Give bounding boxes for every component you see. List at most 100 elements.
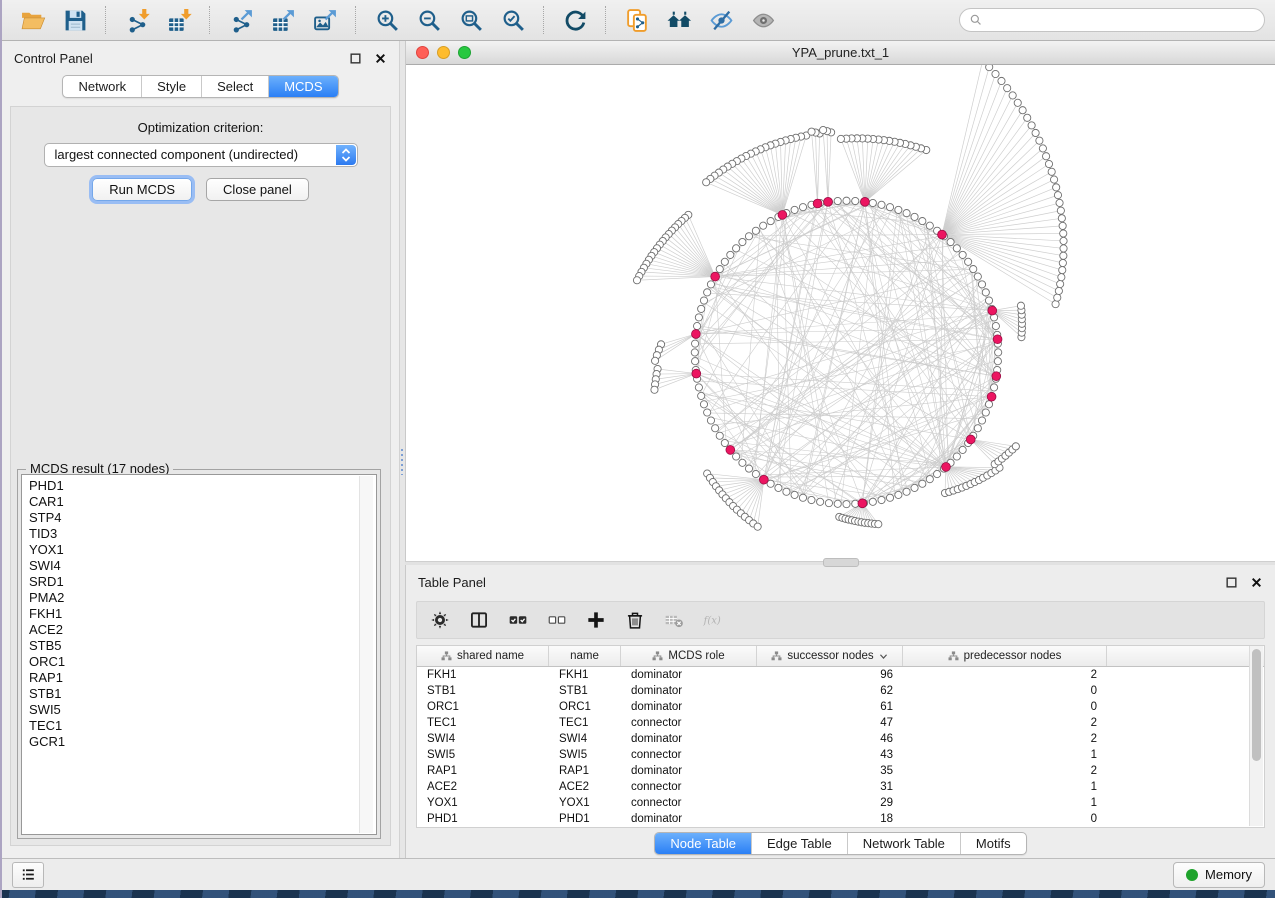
graph-node[interactable] <box>791 206 798 213</box>
graph-node[interactable] <box>926 476 933 483</box>
graph-node[interactable] <box>869 199 876 206</box>
graph-node[interactable] <box>1053 184 1060 191</box>
graph-node[interactable] <box>716 432 723 439</box>
import-table-icon[interactable] <box>164 5 194 35</box>
mcds-result-item[interactable]: SWI5 <box>29 702 376 718</box>
graph-node[interactable] <box>760 222 767 229</box>
graph-node[interactable] <box>695 314 702 321</box>
graph-node[interactable] <box>1052 301 1059 308</box>
graph-hub-node[interactable] <box>992 372 1001 381</box>
column-header-successor-nodes[interactable]: successor nodes <box>757 646 903 666</box>
close-panel-icon[interactable] <box>374 52 387 65</box>
table-row[interactable]: FKH1FKH1dominator962 <box>417 667 1264 683</box>
mcds-result-item[interactable]: PHD1 <box>29 478 376 494</box>
graph-node[interactable] <box>837 135 844 142</box>
graph-node[interactable] <box>791 491 798 498</box>
graph-node[interactable] <box>1014 99 1021 106</box>
graph-node[interactable] <box>716 265 723 272</box>
tab-mcds[interactable]: MCDS <box>269 76 337 97</box>
table-row[interactable]: ACE2ACE2connector311 <box>417 779 1264 795</box>
graph-hub-node[interactable] <box>759 475 768 484</box>
import-network-icon[interactable] <box>122 5 152 35</box>
mcds-result-item[interactable]: SRD1 <box>29 574 376 590</box>
graph-node[interactable] <box>965 258 972 265</box>
graph-node[interactable] <box>895 206 902 213</box>
float-panel-icon[interactable] <box>349 52 362 65</box>
sort-caret-icon[interactable] <box>879 653 888 660</box>
graph-node[interactable] <box>1059 222 1066 229</box>
graph-node[interactable] <box>1019 107 1026 114</box>
graph-node[interactable] <box>1050 176 1057 183</box>
graph-node[interactable] <box>947 238 954 245</box>
graph-node[interactable] <box>1045 160 1052 167</box>
column-header-predecessor-nodes[interactable]: predecessor nodes <box>903 646 1107 666</box>
graph-node[interactable] <box>974 425 981 432</box>
graph-node[interactable] <box>1059 259 1066 266</box>
zoom-fit-icon[interactable] <box>456 5 486 35</box>
graph-node[interactable] <box>992 322 999 329</box>
graph-node[interactable] <box>808 128 815 135</box>
graph-node[interactable] <box>919 480 926 487</box>
graph-node[interactable] <box>704 289 711 296</box>
graph-node[interactable] <box>1060 245 1067 252</box>
graph-node[interactable] <box>1032 129 1039 136</box>
open-folder-icon[interactable] <box>18 5 48 35</box>
network-canvas[interactable] <box>406 65 1275 561</box>
graph-hub-node[interactable] <box>938 230 947 239</box>
graph-node[interactable] <box>783 488 790 495</box>
graph-node[interactable] <box>869 498 876 505</box>
graph-node[interactable] <box>775 484 782 491</box>
column-header-shared-name[interactable]: shared name <box>417 646 549 666</box>
mcds-result-item[interactable]: YOX1 <box>29 542 376 558</box>
graph-node[interactable] <box>953 245 960 252</box>
clone-network-icon[interactable] <box>622 5 652 35</box>
graph-node[interactable] <box>1039 145 1046 152</box>
graph-node[interactable] <box>852 197 859 204</box>
graph-hub-node[interactable] <box>778 211 787 220</box>
graph-node[interactable] <box>995 349 1002 356</box>
delete-icon[interactable] <box>624 609 646 631</box>
graph-hub-node[interactable] <box>692 369 701 378</box>
graph-node[interactable] <box>1009 92 1016 99</box>
graph-node[interactable] <box>886 494 893 501</box>
graph-node[interactable] <box>1054 294 1061 301</box>
scrollbar-thumb[interactable] <box>1252 649 1261 761</box>
tab-motifs[interactable]: Motifs <box>961 833 1026 854</box>
mcds-result-item[interactable]: RAP1 <box>29 670 376 686</box>
mcds-result-item[interactable]: TEC1 <box>29 718 376 734</box>
search-input[interactable] <box>989 12 1255 28</box>
graph-node[interactable] <box>982 289 989 296</box>
graph-node[interactable] <box>834 197 841 204</box>
graph-node[interactable] <box>700 297 707 304</box>
graph-node[interactable] <box>843 501 850 508</box>
graph-node[interactable] <box>959 251 966 258</box>
show-details-icon[interactable] <box>748 5 778 35</box>
graph-node[interactable] <box>926 222 933 229</box>
graph-node[interactable] <box>1058 215 1065 222</box>
graph-node[interactable] <box>633 277 640 284</box>
float-panel-icon[interactable] <box>1225 576 1238 589</box>
show-panels-list-button[interactable] <box>12 862 44 888</box>
mcds-result-item[interactable]: PMA2 <box>29 590 376 606</box>
graph-node[interactable] <box>808 496 815 503</box>
columns-icon[interactable] <box>468 609 490 631</box>
graph-node[interactable] <box>712 425 719 432</box>
mcds-result-item[interactable]: TID3 <box>29 526 376 542</box>
mcds-result-item[interactable]: CAR1 <box>29 494 376 510</box>
graph-node[interactable] <box>1048 168 1055 175</box>
graph-node[interactable] <box>843 197 850 204</box>
mcds-result-list[interactable]: PHD1CAR1STP4TID3YOX1SWI4SRD1PMA2FKH1ACE2… <box>21 474 377 835</box>
graph-node[interactable] <box>727 251 734 258</box>
graph-node[interactable] <box>691 349 698 356</box>
graph-node[interactable] <box>817 498 824 505</box>
graph-node[interactable] <box>1059 266 1066 273</box>
graph-node[interactable] <box>799 494 806 501</box>
graph-node[interactable] <box>982 409 989 416</box>
graph-node[interactable] <box>707 281 714 288</box>
graph-hub-node[interactable] <box>726 446 735 455</box>
graph-node[interactable] <box>1060 237 1067 244</box>
graph-node[interactable] <box>651 386 658 393</box>
graph-node[interactable] <box>698 392 705 399</box>
graph-node[interactable] <box>1017 302 1024 309</box>
tab-network-table[interactable]: Network Table <box>848 833 961 854</box>
